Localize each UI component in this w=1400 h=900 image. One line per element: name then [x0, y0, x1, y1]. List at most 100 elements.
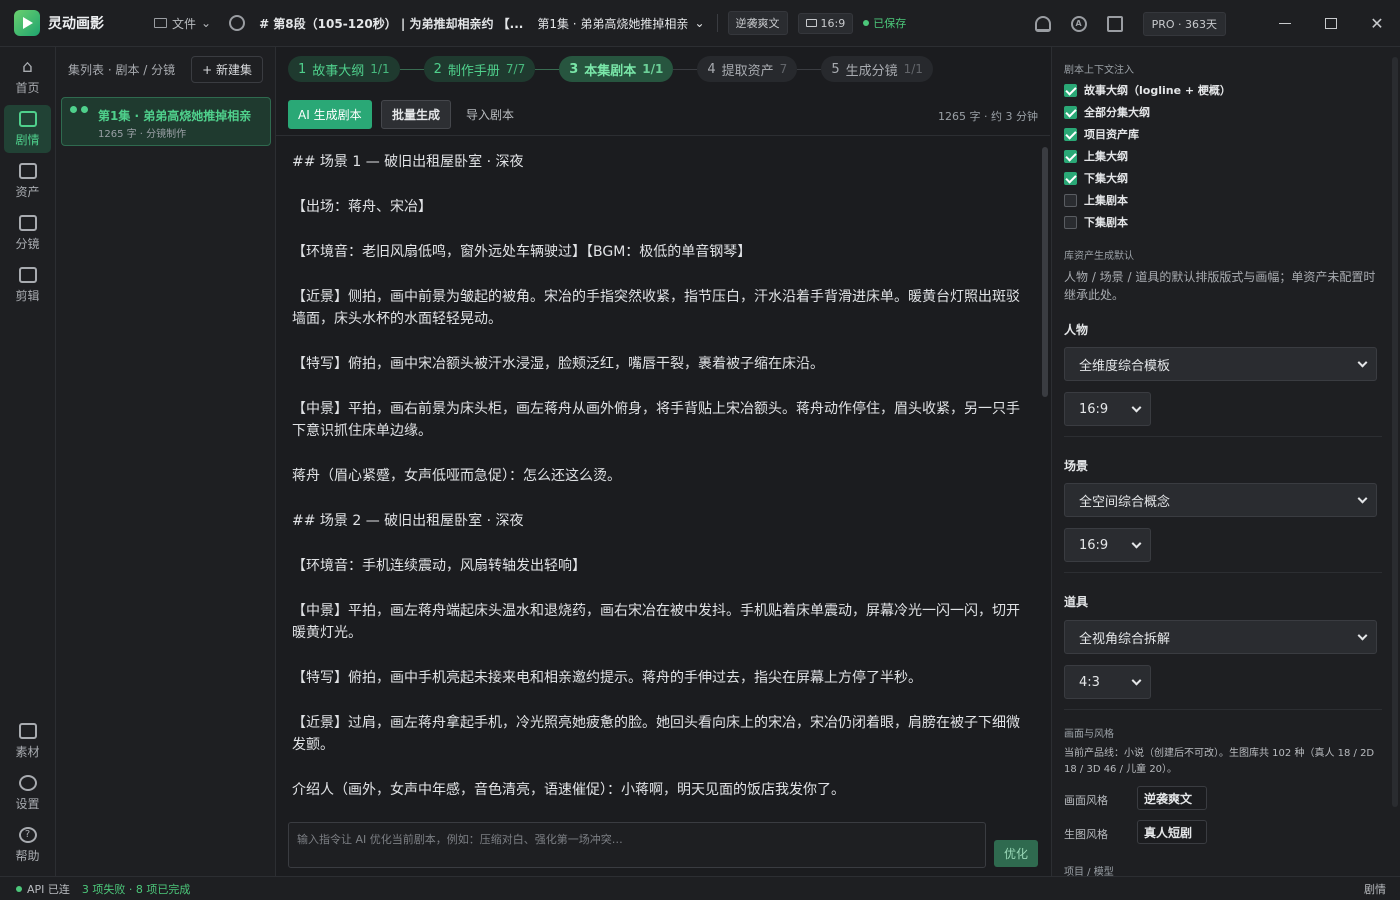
- checkbox-checked-icon: [1064, 83, 1077, 97]
- ai-command-input[interactable]: 输入指令让 AI 优化当前剧本，例如：压缩对白、强化第一场冲突…: [288, 822, 986, 868]
- file-menu[interactable]: 文件 ⌄: [154, 15, 211, 32]
- select-value: 全视角综合拆解: [1079, 631, 1171, 647]
- context-checkbox-next-outline[interactable]: 下集大纲: [1064, 170, 1128, 186]
- context-checkbox-outline[interactable]: 故事大纲（logline + 梗概）: [1064, 82, 1231, 98]
- visual-style-field[interactable]: 逆袭爽文: [1137, 786, 1207, 810]
- minimize-button[interactable]: [1262, 0, 1308, 47]
- nav-assets[interactable]: 资产: [4, 157, 51, 205]
- scene-ratio-select[interactable]: 16:9: [1064, 528, 1151, 562]
- episode-panel: 集列表 · 剧本 / 分镜 + 新建集 第1集 · 弟弟高烧她推掉相亲 1265…: [56, 47, 276, 876]
- chevron-down-icon: [1357, 357, 1368, 368]
- episode-status-icon: [70, 106, 88, 113]
- save-status-label: 已保存: [873, 17, 907, 30]
- checkbox-checked-icon: [1064, 105, 1077, 119]
- ai-icon[interactable]: A: [1070, 15, 1087, 32]
- nav-storyboard[interactable]: 分镜: [4, 209, 51, 257]
- status-bar: API 已连 3 项失败 · 8 项已完成 剧情: [0, 876, 1400, 900]
- episode-select[interactable]: 第1集 · 弟弟高烧她推掉相亲 ⌄: [537, 15, 704, 32]
- script-line: 【特写】俯拍，画中宋冶额头被汗水浸湿，脸颊泛红，嘴唇干裂，裹着被子缩在床沿。: [292, 356, 824, 372]
- step-extract-assets[interactable]: 4 提取资产 7: [697, 56, 798, 82]
- divider: [1064, 709, 1382, 710]
- style-chip[interactable]: 逆袭爽文: [727, 11, 788, 35]
- help-icon: ?: [18, 826, 37, 843]
- task-status[interactable]: 3 项失败 · 8 项已完成: [82, 881, 190, 897]
- nav-settings[interactable]: 设置: [4, 769, 51, 817]
- episode-subtitle: 1265 字 · 分镜制作: [98, 129, 187, 140]
- nav-help-label: 帮助: [15, 848, 40, 863]
- checkbox-label: 上集大纲: [1084, 150, 1128, 163]
- select-value: 全空间综合概念: [1079, 494, 1171, 510]
- script-line: 【环境音：手机连续震动，风扇转轴发出轻响】: [292, 558, 586, 574]
- step-number: 2: [433, 61, 442, 77]
- step-connector: [399, 68, 424, 70]
- asset-default-title: 库资产生成默认: [1064, 251, 1134, 262]
- maximize-button[interactable]: [1308, 0, 1354, 47]
- edit-icon: [18, 266, 37, 283]
- aspect-ratio-icon: [805, 19, 817, 27]
- pro-badge[interactable]: PRO · 363天: [1142, 11, 1226, 36]
- ratio-chip-label: 16:9: [820, 16, 846, 30]
- context-checkbox-all-outlines[interactable]: 全部分集大纲: [1064, 104, 1150, 120]
- workflow-steps: 1 故事大纲 1/1 2 制作手册 7/7 3 本集剧本 1/1 4 提取资产 …: [288, 56, 933, 82]
- gen-style-field[interactable]: 真人短剧: [1137, 820, 1207, 844]
- character-template-select[interactable]: 全维度综合模板: [1064, 347, 1377, 381]
- segment-title: # 第8段（105-120秒） | 为弟推却相亲约 【...: [259, 16, 524, 31]
- select-value: 16:9: [1079, 401, 1109, 417]
- step-outline[interactable]: 1 故事大纲 1/1: [288, 56, 400, 82]
- step-connector: [535, 68, 560, 70]
- prop-ratio-select[interactable]: 4:3: [1064, 665, 1151, 699]
- context-checkbox-asset-library[interactable]: 项目资产库: [1064, 126, 1139, 142]
- select-value: 4:3: [1079, 674, 1100, 690]
- nav-settings-label: 设置: [15, 796, 40, 811]
- nav-home[interactable]: ⌂ 首页: [4, 53, 51, 101]
- checkbox-checked-icon: [1064, 127, 1077, 141]
- bell-icon[interactable]: [1034, 15, 1051, 32]
- context-checkbox-prev-script[interactable]: 上集剧本: [1064, 192, 1128, 208]
- optimize-button[interactable]: 优化: [994, 840, 1039, 867]
- step-number: 4: [707, 61, 716, 77]
- batch-generate-button[interactable]: 批量生成: [381, 100, 452, 129]
- nav-edit[interactable]: 剪辑: [4, 261, 51, 309]
- import-script-button[interactable]: 导入剧本: [466, 106, 514, 123]
- chevron-down-icon: [1357, 630, 1368, 641]
- prop-label: 道具: [1064, 595, 1089, 609]
- step-label: 提取资产: [721, 63, 774, 79]
- ai-generate-button[interactable]: AI 生成剧本: [288, 100, 372, 129]
- right-settings-panel: 剧本上下文注入 故事大纲（logline + 梗概） 全部分集大纲 项目资产库 …: [1051, 47, 1400, 876]
- nav-edit-label: 剪辑: [15, 288, 40, 303]
- step-storyboard[interactable]: 5 生成分镜 1/1: [821, 56, 933, 82]
- character-ratio-select[interactable]: 16:9: [1064, 392, 1151, 426]
- gear-icon[interactable]: [229, 15, 246, 31]
- checkbox-unchecked-icon: [1064, 215, 1077, 229]
- close-button[interactable]: ✕: [1354, 0, 1400, 47]
- context-checkbox-next-script[interactable]: 下集剧本: [1064, 214, 1128, 230]
- scene-template-select[interactable]: 全空间综合概念: [1064, 483, 1377, 517]
- gear-icon: [18, 774, 37, 791]
- nav-script[interactable]: 剧情: [4, 105, 51, 153]
- context-checkbox-prev-outline[interactable]: 上集大纲: [1064, 148, 1128, 164]
- document-icon[interactable]: [1106, 15, 1123, 32]
- panel-scrollbar[interactable]: [1392, 57, 1398, 807]
- divider: [1064, 572, 1382, 573]
- script-text-editor[interactable]: ## 场景 1 — 破旧出租屋卧室 · 深夜 【出场：蒋舟、宋冶】 【环境音：老…: [276, 137, 1050, 815]
- prop-template-select[interactable]: 全视角综合拆解: [1064, 620, 1377, 654]
- chevron-down-icon: ⌄: [201, 16, 212, 30]
- script-line: 【环境音：老旧风扇低鸣，窗外远处车辆驶过】【BGM：极低的单音钢琴】: [292, 244, 752, 260]
- script-line: ## 场景 2 — 破旧出租屋卧室 · 深夜: [292, 513, 524, 529]
- step-episode-script[interactable]: 3 本集剧本 1/1: [559, 56, 674, 82]
- script-line: 【出场：蒋舟、宋冶】: [292, 199, 432, 215]
- step-handbook[interactable]: 2 制作手册 7/7: [423, 56, 536, 82]
- step-label: 本集剧本: [584, 63, 637, 79]
- ratio-chip[interactable]: 16:9: [797, 12, 854, 34]
- script-line: 【特写】俯拍，画中手机亮起未接来电和相亲邀约提示。蒋舟的手伸过去，指尖在屏幕上方…: [292, 670, 922, 686]
- episode-item[interactable]: 第1集 · 弟弟高烧她推掉相亲 1265 字 · 分镜制作: [61, 97, 271, 146]
- script-line: 【近景】侧拍，画中前景为皱起的被角。宋冶的手指突然收紧，指节压白，汗水沿着手背滑…: [292, 289, 1020, 327]
- editor-scrollbar[interactable]: [1042, 147, 1048, 397]
- nav-help[interactable]: ? 帮助: [4, 821, 51, 869]
- script-toolbar: AI 生成剧本 批量生成 导入剧本 1265 字 · 约 3 分钟: [276, 94, 1050, 136]
- step-number: 5: [831, 61, 840, 77]
- select-value: 全维度综合模板: [1079, 358, 1171, 374]
- new-episode-button[interactable]: + 新建集: [191, 56, 263, 83]
- nav-materials-label: 素材: [15, 744, 40, 759]
- nav-materials[interactable]: 素材: [4, 717, 51, 765]
